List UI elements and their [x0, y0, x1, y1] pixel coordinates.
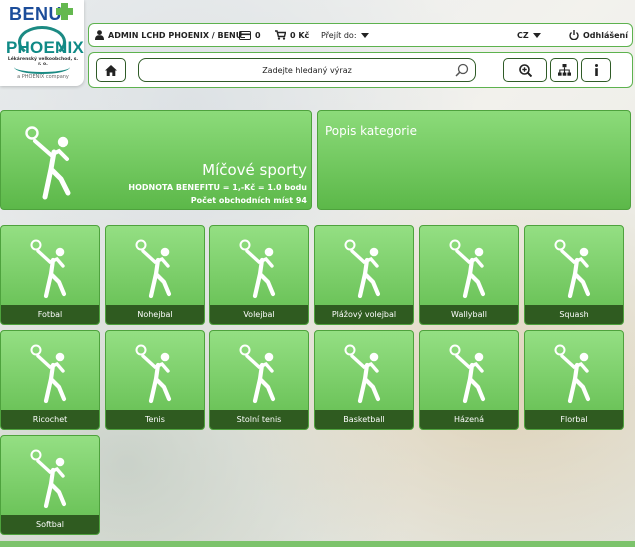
- category-tile[interactable]: Florbal: [524, 330, 624, 430]
- card-icon: [239, 30, 251, 40]
- category-tile-label: Házená: [420, 410, 518, 429]
- top-bar: ADMIN LCHD PHOENIX / BENU 0 0 Kč Přejít …: [88, 23, 633, 47]
- info-icon: [594, 64, 598, 76]
- category-description-panel: Popis kategorie: [317, 110, 631, 210]
- ball-player-icon: [344, 239, 381, 299]
- category-tile-label: Fotbal: [1, 305, 99, 324]
- ball-player-icon: [449, 239, 486, 299]
- cart-widget[interactable]: 0 Kč: [275, 24, 309, 46]
- toolbar: [88, 52, 633, 88]
- logo-benu-text: BENU: [9, 4, 63, 24]
- ball-player-icon: [135, 239, 172, 299]
- category-tile-label: Squash: [525, 305, 623, 324]
- logout-label: Odhlášení: [583, 30, 628, 40]
- ball-player-icon: [135, 344, 172, 404]
- search-icon[interactable]: [455, 63, 469, 77]
- category-tile-label: Nohejbal: [106, 305, 204, 324]
- logo-swoosh-lower: [14, 60, 70, 74]
- goto-dropdown[interactable]: Přejít do:: [321, 24, 369, 46]
- category-tile[interactable]: Tenis: [105, 330, 205, 430]
- category-tile-label: Plážový volejbal: [315, 305, 413, 324]
- category-tile[interactable]: Nohejbal: [105, 225, 205, 325]
- user-name: ADMIN LCHD PHOENIX / BENU: [108, 30, 243, 40]
- category-tile-label: Basketball: [315, 410, 413, 429]
- zoom-in-icon: [518, 63, 532, 77]
- ball-player-icon: [239, 344, 276, 404]
- category-tile-label: Florbal: [525, 410, 623, 429]
- category-tile-label: Ricochet: [1, 410, 99, 429]
- category-tile[interactable]: Házená: [419, 330, 519, 430]
- cart-total: 0 Kč: [290, 30, 310, 40]
- info-button[interactable]: [581, 58, 611, 82]
- goto-label: Přejít do:: [321, 30, 357, 40]
- category-tile-label: Volejbal: [210, 305, 308, 324]
- card-count: 0: [255, 30, 261, 40]
- user-icon: [95, 30, 104, 40]
- category-tile[interactable]: Fotbal: [0, 225, 100, 325]
- home-icon: [105, 64, 117, 76]
- user-menu[interactable]: ADMIN LCHD PHOENIX / BENU: [95, 24, 242, 46]
- logout-link[interactable]: Odhlášení: [569, 24, 628, 46]
- ball-player-icon: [30, 449, 67, 509]
- category-tile-label: Tenis: [106, 410, 204, 429]
- bottom-strip: [0, 541, 635, 547]
- ball-player-icon: [30, 344, 67, 404]
- benefit-value: HODNOTA BENEFITU = 1,-Kč = 1.0 bodu: [128, 183, 307, 192]
- card-widget[interactable]: 0: [239, 24, 261, 46]
- category-title: Míčové sporty: [202, 161, 307, 179]
- chevron-down-icon: [532, 32, 541, 38]
- language-value: CZ: [517, 30, 529, 40]
- category-tile[interactable]: Wallyball: [419, 225, 519, 325]
- ball-player-icon: [554, 344, 591, 404]
- category-tile[interactable]: Squash: [524, 225, 624, 325]
- search-box[interactable]: [138, 58, 476, 82]
- green-cross-icon: [56, 3, 73, 20]
- ball-player-icon: [554, 239, 591, 299]
- ball-player-icon: [239, 239, 276, 299]
- description-title: Popis kategorie: [325, 124, 417, 138]
- places-count: Počet obchodních míst 94: [190, 196, 307, 205]
- zoom-in-button[interactable]: [503, 58, 547, 82]
- category-tile[interactable]: Plážový volejbal: [314, 225, 414, 325]
- language-dropdown[interactable]: CZ: [517, 24, 541, 46]
- category-tile[interactable]: Volejbal: [209, 225, 309, 325]
- ball-player-icon: [344, 344, 381, 404]
- home-button[interactable]: [96, 58, 126, 82]
- search-input[interactable]: [139, 59, 475, 81]
- cart-icon: [275, 30, 286, 40]
- category-tile-label: Softbal: [1, 515, 99, 534]
- ball-player-icon: [25, 126, 71, 200]
- category-tile[interactable]: Ricochet: [0, 330, 100, 430]
- logo-tagline: a PHOENIX company: [17, 74, 69, 80]
- category-hero: Míčové sporty HODNOTA BENEFITU = 1,-Kč =…: [0, 110, 312, 210]
- chevron-down-icon: [360, 32, 369, 38]
- category-tile-label: Wallyball: [420, 305, 518, 324]
- logo[interactable]: BENU PHOENIX Lékárenský velkoobchod, s. …: [0, 0, 84, 86]
- ball-player-icon: [30, 239, 67, 299]
- category-tile[interactable]: Basketball: [314, 330, 414, 430]
- category-tile[interactable]: Softbal: [0, 435, 100, 535]
- category-tile[interactable]: Stolní tenis: [209, 330, 309, 430]
- logo-phoenix-text: PHOENIX: [6, 38, 84, 57]
- power-icon: [569, 30, 579, 40]
- sitemap-icon: [557, 64, 571, 76]
- sitemap-button[interactable]: [550, 58, 578, 82]
- ball-player-icon: [449, 344, 486, 404]
- category-tile-label: Stolní tenis: [210, 410, 308, 429]
